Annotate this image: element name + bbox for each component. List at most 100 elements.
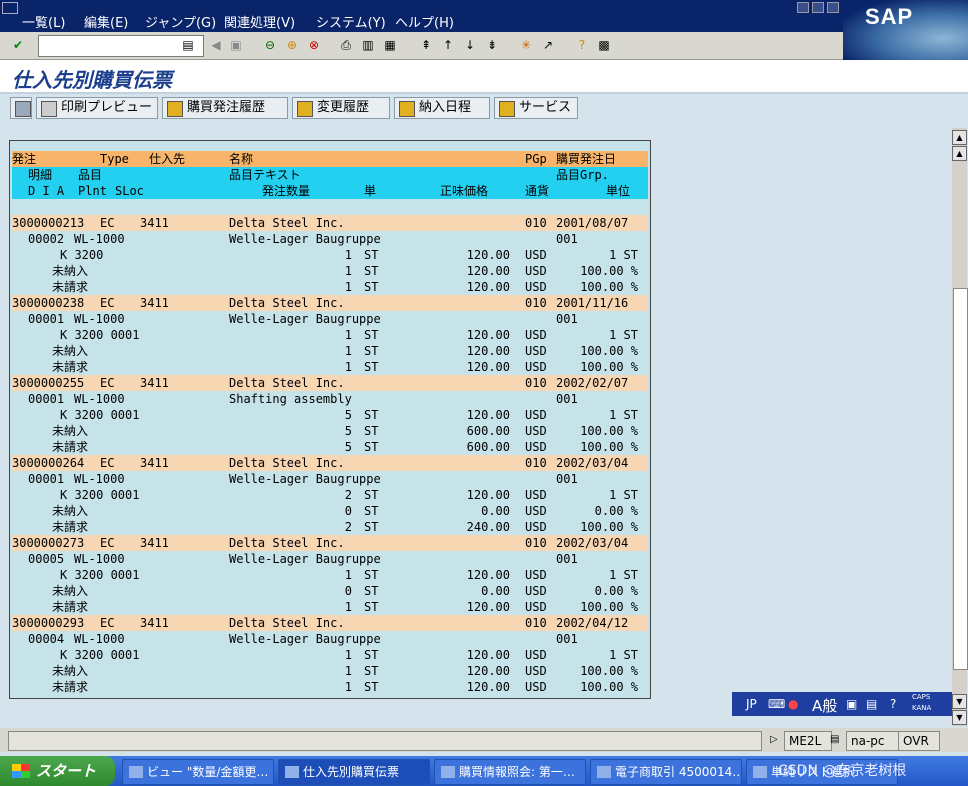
start-button[interactable]: スタート	[0, 756, 115, 786]
print-icon[interactable]: ⎙	[338, 37, 354, 53]
menu-related[interactable]: 関連処理(V)	[224, 12, 295, 31]
po-uninvoiced-row[interactable]: 未請求 1 ST 120.00 USD 100.00 %	[12, 359, 648, 375]
po-item-row[interactable]: 00002 WL-1000 Welle-Lager Baugruppe 001	[12, 231, 648, 247]
po-item-row[interactable]: 00005 WL-1000 Welle-Lager Baugruppe 001	[12, 551, 648, 567]
vertical-scrollbar[interactable]: ▲ ▲ ▼ ▼	[952, 128, 968, 726]
menu-list[interactable]: 一覧(L)	[22, 12, 65, 31]
po-undelivered-row[interactable]: 未納入 1 ST 120.00 USD 100.00 %	[12, 263, 648, 279]
po-account-row[interactable]: K 3200 1 ST 120.00 USD 1 ST	[12, 247, 648, 263]
keyboard-icon[interactable]: ⌨	[768, 697, 785, 711]
scroll-top-icon[interactable]: ▲	[952, 130, 967, 145]
maximize-icon[interactable]	[812, 2, 824, 13]
po-account-row[interactable]: K 3200 0001 1 ST 120.00 USD 1 ST	[12, 327, 648, 343]
window-menu-icon[interactable]	[2, 2, 18, 14]
po-uninvoiced-row[interactable]: 未請求 1 ST 120.00 USD 100.00 %	[12, 679, 648, 695]
po-uninvoiced-row[interactable]: 未請求 1 ST 120.00 USD 100.00 %	[12, 279, 648, 295]
po-header-row[interactable]: 3000000238 EC 3411 Delta Steel Inc. 010 2001/…	[12, 295, 648, 311]
cell: 未請求	[52, 360, 89, 374]
next-page-icon[interactable]: ↓	[462, 37, 478, 53]
scroll-bottom-icon[interactable]: ▼	[952, 710, 967, 725]
delivery-schedule-button[interactable]: 納入日程	[394, 97, 490, 119]
po-uninvoiced-row[interactable]: 未請求 1 ST 120.00 USD 100.00 %	[12, 599, 648, 615]
po-account-row[interactable]: K 3200 0001 1 ST 120.00 USD 1 ST	[12, 567, 648, 583]
ime-bar[interactable]: JP ⌨ ● A般 ▣ ▤ ? CAPS KANA	[732, 692, 952, 716]
taskbar-item[interactable]: ビュー "数量/金額更…	[122, 759, 274, 785]
menu-edit[interactable]: 編集(E)	[84, 12, 128, 31]
menu-help[interactable]: ヘルプ(H)	[395, 12, 454, 31]
po-item-row[interactable]: 00004 WL-1000 Welle-Lager Baugruppe 001	[12, 631, 648, 647]
preview-icon-button[interactable]	[10, 97, 32, 119]
cell: 100.00 %	[580, 440, 638, 454]
collapse-icon[interactable]: ◀	[208, 37, 224, 53]
help-icon[interactable]: ?	[574, 37, 590, 53]
status-toggle-icon[interactable]: ▷	[770, 734, 778, 745]
po-header-row[interactable]: 3000000273 EC 3411 Delta Steel Inc. 010 2002/…	[12, 535, 648, 551]
po-undelivered-row[interactable]: 未納入 1 ST 120.00 USD 100.00 %	[12, 343, 648, 359]
taskbar-item[interactable]: 購買情報照会: 第一…	[434, 759, 586, 785]
header-row-2: 明細 品目 品目テキスト 品目Grp.	[12, 167, 648, 183]
change-history-button[interactable]: 変更履歴	[292, 97, 390, 119]
cell: WL-1000	[74, 552, 125, 566]
po-header-row[interactable]: 3000000293 EC 3411 Delta Steel Inc. 010 2002/…	[12, 615, 648, 631]
cell: Delta Steel Inc.	[229, 296, 345, 310]
status-mode[interactable]: OVR	[898, 731, 940, 751]
po-history-button[interactable]: 購買発注履歴	[162, 97, 288, 119]
new-session-icon[interactable]: ✳	[518, 37, 534, 53]
po-item-row[interactable]: 00001 WL-1000 Welle-Lager Baugruppe 001	[12, 471, 648, 487]
cell: 1	[344, 568, 352, 582]
po-account-row[interactable]: K 3200 0001 1 ST 120.00 USD 1 ST	[12, 647, 648, 663]
cell: 001	[556, 632, 578, 646]
services-button[interactable]: サービス	[494, 97, 578, 119]
menu-system[interactable]: システム(Y)	[316, 12, 386, 31]
cell: USD	[525, 600, 547, 614]
po-undelivered-row[interactable]: 未納入 5 ST 600.00 USD 100.00 %	[12, 423, 648, 439]
menu-goto[interactable]: ジャンプ(G)	[145, 12, 216, 31]
po-header-row[interactable]: 3000000255 EC 3411 Delta Steel Inc. 010 2002/…	[12, 375, 648, 391]
po-account-row[interactable]: K 3200 0001 5 ST 120.00 USD 1 ST	[12, 407, 648, 423]
taskbar-item-active[interactable]: 仕入先別購買伝票	[278, 759, 430, 785]
po-uninvoiced-row[interactable]: 未請求 5 ST 600.00 USD 100.00 %	[12, 439, 648, 455]
scroll-up-icon[interactable]: ▲	[952, 146, 967, 161]
po-item-row[interactable]: 00001 WL-1000 Shafting assembly 001	[12, 391, 648, 407]
cell: Welle-Lager Baugruppe	[229, 472, 381, 486]
ime-language[interactable]: JP	[746, 697, 757, 711]
po-header-row[interactable]: 3000000213 EC 3411 Delta Steel Inc. 010 2001/…	[12, 215, 648, 231]
first-page-icon[interactable]: ⇞	[418, 37, 434, 53]
po-uninvoiced-row[interactable]: 未請求 2 ST 240.00 USD 100.00 %	[12, 519, 648, 535]
prev-page-icon[interactable]: ↑	[440, 37, 456, 53]
scroll-thumb[interactable]	[953, 288, 968, 670]
enter-icon[interactable]: ✔	[10, 37, 26, 53]
po-account-row[interactable]: K 3200 0001 2 ST 120.00 USD 1 ST	[12, 487, 648, 503]
server-info-icon[interactable]: ▤	[830, 734, 839, 745]
cancel-icon[interactable]: ⊗	[306, 37, 322, 53]
command-history-icon[interactable]: ▤	[180, 37, 196, 53]
cell: 00001	[28, 472, 65, 486]
exit-icon[interactable]: ⊕	[284, 37, 300, 53]
scroll-down-icon[interactable]: ▼	[952, 694, 967, 709]
close-window-icon[interactable]	[827, 2, 839, 13]
po-undelivered-row[interactable]: 未納入 1 ST 120.00 USD 100.00 %	[12, 663, 648, 679]
cell: 00004	[28, 632, 65, 646]
cell: 120.00	[466, 488, 510, 502]
ime-help-icon[interactable]: ?	[890, 697, 896, 711]
layout-menu-icon[interactable]: ▩	[596, 37, 612, 53]
ime-mode[interactable]: A般	[812, 695, 837, 716]
back-icon[interactable]: ⊖	[262, 37, 278, 53]
cell: 1 ST	[609, 248, 638, 262]
print-preview-button[interactable]: 印刷プレビュー	[36, 97, 158, 119]
find-next-icon[interactable]: ▦	[382, 37, 398, 53]
shortcut-icon[interactable]: ↗	[540, 37, 556, 53]
find-icon[interactable]: ▥	[360, 37, 376, 53]
ime-pad-icon[interactable]: ●	[788, 697, 798, 711]
tools-icon[interactable]: ▤	[866, 697, 877, 711]
last-page-icon[interactable]: ⇟	[484, 37, 500, 53]
po-header-row[interactable]: 3000000264 EC 3411 Delta Steel Inc. 010 2002/…	[12, 455, 648, 471]
status-bar: ▷ ME2L ▤ na-pc OVR	[0, 728, 968, 752]
minimize-icon[interactable]	[797, 2, 809, 13]
dictionary-icon[interactable]: ▣	[846, 697, 857, 711]
save-icon[interactable]: ▣	[228, 37, 244, 53]
po-undelivered-row[interactable]: 未納入 0 ST 0.00 USD 0.00 %	[12, 503, 648, 519]
taskbar-item[interactable]: 電子商取引 4500014…	[590, 759, 742, 785]
po-item-row[interactable]: 00001 WL-1000 Welle-Lager Baugruppe 001	[12, 311, 648, 327]
po-undelivered-row[interactable]: 未納入 0 ST 0.00 USD 0.00 %	[12, 583, 648, 599]
